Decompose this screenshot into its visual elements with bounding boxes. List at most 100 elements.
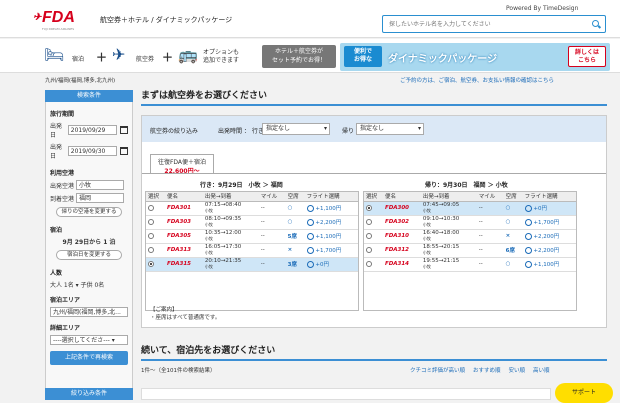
radio-button[interactable] [366, 218, 372, 225]
fare-radio-icon[interactable] [524, 205, 532, 212]
fare-radio-icon[interactable] [306, 219, 314, 226]
search-input[interactable] [383, 16, 583, 32]
plus-icon: ＋ [96, 51, 107, 64]
table-cell: +0円 [304, 257, 358, 272]
return-date-input[interactable]: 2019/09/30 [67, 146, 118, 156]
table-cell: FDA312 [382, 243, 421, 258]
calendar-icon[interactable] [120, 126, 129, 134]
fare-radio-icon[interactable] [306, 247, 314, 254]
sort-link[interactable]: おすすめ順 [473, 368, 501, 374]
table-cell: 08:10→09:35 小牧 [202, 215, 259, 230]
outbound-title: 行き：9月29日 小牧 ＞ 福岡 [200, 182, 283, 189]
table-cell: ○ [503, 201, 523, 216]
radio-button[interactable] [366, 260, 372, 267]
flight-row[interactable]: FDA302 09:10→10:30 小牧 -- ○ +1,700円 [364, 215, 576, 230]
column-header: 選択 [364, 192, 383, 202]
seat-status: ○ [287, 219, 293, 225]
sort-link[interactable]: クチコミ評価が高い順 [410, 368, 465, 374]
plus-icon: ＋ [162, 51, 173, 64]
set-reserve-button[interactable]: ホテル＋航空券が セット予約でお得！ [262, 45, 336, 68]
flight-row[interactable]: FDA301 07:15→08:40 小牧 -- ○ +1,100円 [146, 201, 358, 216]
flight-sub: 小牧 [422, 236, 431, 241]
dep-airport-select[interactable]: 小牧 [76, 180, 124, 190]
fda-logo[interactable]: ✈ FDA [33, 9, 75, 27]
table-cell: FDA301 [164, 201, 203, 216]
table-cell: 19:55→21:15 小牧 [420, 257, 477, 272]
table-cell: +2,200円 [522, 229, 576, 244]
dynamic-package-banner[interactable]: 便利で お得な ダイナミックパッケージ 詳しくは こちら [340, 43, 610, 71]
table-cell: FDA300 [382, 201, 421, 216]
dep-time-select[interactable]: 指定なし [262, 123, 330, 135]
depart-date-input[interactable]: 2019/09/29 [67, 125, 118, 135]
fare-radio-icon[interactable] [524, 233, 532, 240]
radio-button[interactable] [366, 246, 372, 253]
flight-sub: 小牧 [422, 264, 431, 269]
area-label: 宿泊エリア [50, 297, 81, 304]
search-icon[interactable] [592, 20, 599, 27]
flight-row[interactable]: FDA312 18:55→20:15 小牧 -- 6席 +2,200円 [364, 243, 576, 258]
mile: -- [478, 233, 483, 239]
support-button[interactable]: サポート [555, 383, 613, 403]
radio-button[interactable] [148, 232, 154, 239]
dep-airport-label: 出発空港 [50, 182, 75, 190]
flight-row[interactable]: FDA305 10:35→12:00 小牧 -- 5席 +1,100円 [146, 229, 358, 244]
flight-filter: 航空券の絞り込み 出発時間 ： 行き 指定なし 帰り 指定なし [142, 116, 606, 142]
detail-area-select[interactable]: ----選択してくださ--- ▾ [50, 335, 128, 345]
fare-radio-icon[interactable] [524, 219, 532, 226]
detail-area-label: 詳細エリア [50, 325, 81, 332]
radio-button[interactable] [366, 204, 372, 211]
table-cell: -- [258, 215, 286, 230]
column-header: 空席 [285, 192, 305, 202]
flight-row[interactable]: FDA315 20:10→21:35 小牧 -- 3席 +0円 [146, 257, 358, 272]
seat-status: × [505, 233, 511, 239]
fare-radio-icon[interactable] [524, 247, 532, 254]
fare-radio-icon[interactable] [524, 261, 532, 268]
table-cell [146, 201, 165, 216]
flight-row[interactable]: FDA310 16:40→18:00 小牧 -- × +2,200円 [364, 229, 576, 244]
reservation-notice-link[interactable]: ご予約の方は、ご宿泊、航空券、お支払い情報の確認はこちら [400, 76, 554, 84]
flight-row[interactable]: FDA300 07:45→09:05 小牧 -- ○ +0円 [364, 201, 576, 216]
step-option: オプションも 追加できます [203, 49, 240, 64]
sort-links: クチコミ評価が高い順 おすすめ順 安い順 高い順 [410, 366, 558, 374]
people-label: 人数 [50, 270, 63, 277]
hotel-list [141, 388, 551, 400]
radio-button[interactable] [148, 246, 154, 253]
table-cell: ○ [285, 215, 305, 230]
hotel-section-title: 続いて、宿泊先をお選びください [141, 343, 607, 361]
sort-link[interactable]: 高い順 [533, 368, 550, 374]
area-select[interactable]: 九州/福岡(福岡,博多,北... [50, 307, 128, 317]
flight-row[interactable]: FDA303 08:10→09:35 小牧 -- ○ +2,200円 [146, 215, 358, 230]
tab-fda-roundtrip[interactable]: 往復FDA便＋宿泊 22,600円〜 [150, 154, 214, 175]
table-cell: 5席 [285, 229, 305, 244]
radio-button[interactable] [366, 232, 372, 239]
fare: +0円 [315, 262, 329, 268]
seat-status: ○ [505, 219, 511, 225]
fare-radio-icon[interactable] [306, 261, 314, 268]
change-return-airport-button[interactable]: 帰りの空港を変更する [56, 207, 122, 217]
table-cell: +1,100円 [522, 257, 576, 272]
sort-link[interactable]: 安い順 [509, 368, 526, 374]
fare: +1,100円 [315, 234, 342, 240]
flight-row[interactable]: FDA314 19:55→21:15 小牧 -- ○ +1,100円 [364, 257, 576, 272]
people-select[interactable]: 大人 1名 ▾ 子供 0名 [50, 280, 128, 289]
radio-button[interactable] [148, 204, 154, 211]
change-stay-button[interactable]: 宿泊日を変更する [56, 250, 122, 260]
arr-airport-label: 到着空港 [50, 195, 75, 203]
arr-airport-select[interactable]: 福岡 [76, 193, 124, 203]
calendar-icon[interactable] [120, 147, 129, 155]
fare-radio-icon[interactable] [306, 233, 314, 240]
fare-radio-icon[interactable] [306, 205, 314, 212]
radio-button[interactable] [148, 218, 154, 225]
flight-sub: 小牧 [204, 236, 213, 241]
details-button[interactable]: 詳しくは こちら [568, 46, 606, 67]
powered-by: Powered By TimeDesign [506, 5, 579, 12]
sidebar-header: 検索条件 [45, 90, 133, 102]
research-button[interactable]: 上記条件で再検索 [50, 351, 128, 365]
seat-status: ○ [505, 205, 511, 211]
radio-button[interactable] [148, 260, 154, 267]
header: ✈ FDA FUJI DREAM AIRLINES 航空券＋ホテル / ダイナミッ… [0, 0, 620, 38]
hotel-search[interactable] [382, 15, 606, 33]
flight-row[interactable]: FDA313 16:05→17:30 小牧 -- × +1,700円 [146, 243, 358, 258]
ret-time-select[interactable]: 指定なし [356, 123, 424, 135]
outbound-table: 選択 便名 出発→到着 マイル 空席 フライト選購 FDA301 07:15→08:40 小牧 -… [145, 191, 359, 311]
